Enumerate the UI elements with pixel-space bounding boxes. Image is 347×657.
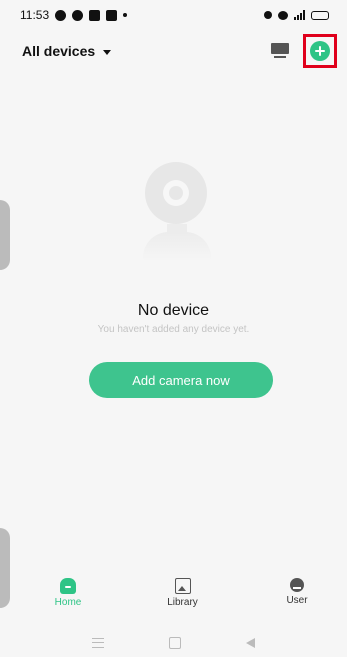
signal-icon	[294, 10, 305, 20]
header-actions	[271, 34, 337, 68]
tab-bar: Home Library User	[0, 578, 347, 626]
wifi-icon	[278, 10, 288, 20]
recent-apps-icon[interactable]	[92, 638, 105, 648]
tab-label: Library	[167, 597, 198, 608]
camera-notif-icon	[89, 9, 101, 21]
add-camera-button[interactable]: Add camera now	[89, 362, 273, 398]
system-nav-bar	[0, 632, 347, 654]
status-left: 11:53	[20, 8, 128, 22]
header: All devices	[0, 33, 347, 69]
battery-icon	[311, 10, 329, 20]
device-selector[interactable]: All devices	[22, 43, 112, 59]
device-selector-label: All devices	[22, 43, 96, 59]
mail-icon	[106, 9, 118, 21]
home-button-icon[interactable]	[168, 637, 181, 649]
tab-label: Home	[54, 597, 82, 608]
monitor-icon[interactable]	[271, 43, 289, 59]
tab-user[interactable]: User	[277, 578, 317, 626]
home-icon	[60, 578, 76, 594]
chat-icon	[55, 9, 67, 21]
plus-circle-icon	[310, 41, 330, 61]
sync-icon	[72, 9, 84, 21]
status-bar: 11:53	[0, 0, 347, 30]
status-right	[264, 10, 329, 20]
status-time: 11:53	[20, 8, 50, 22]
bluetooth-icon	[264, 11, 272, 19]
tab-home[interactable]: Home	[48, 578, 88, 626]
user-icon	[290, 578, 304, 592]
empty-title: No device	[137, 302, 210, 319]
more-notif-dot-icon	[123, 13, 128, 17]
empty-subtitle: You haven't added any device yet.	[97, 324, 250, 335]
background-edge-decoration	[0, 200, 10, 270]
image-icon	[174, 578, 191, 594]
camera-illustration	[141, 162, 213, 262]
add-device-button[interactable]	[303, 34, 337, 68]
back-icon[interactable]	[245, 638, 255, 648]
tab-label: User	[286, 595, 308, 606]
tab-library[interactable]: Library	[163, 578, 203, 626]
caret-down-icon	[103, 49, 112, 55]
